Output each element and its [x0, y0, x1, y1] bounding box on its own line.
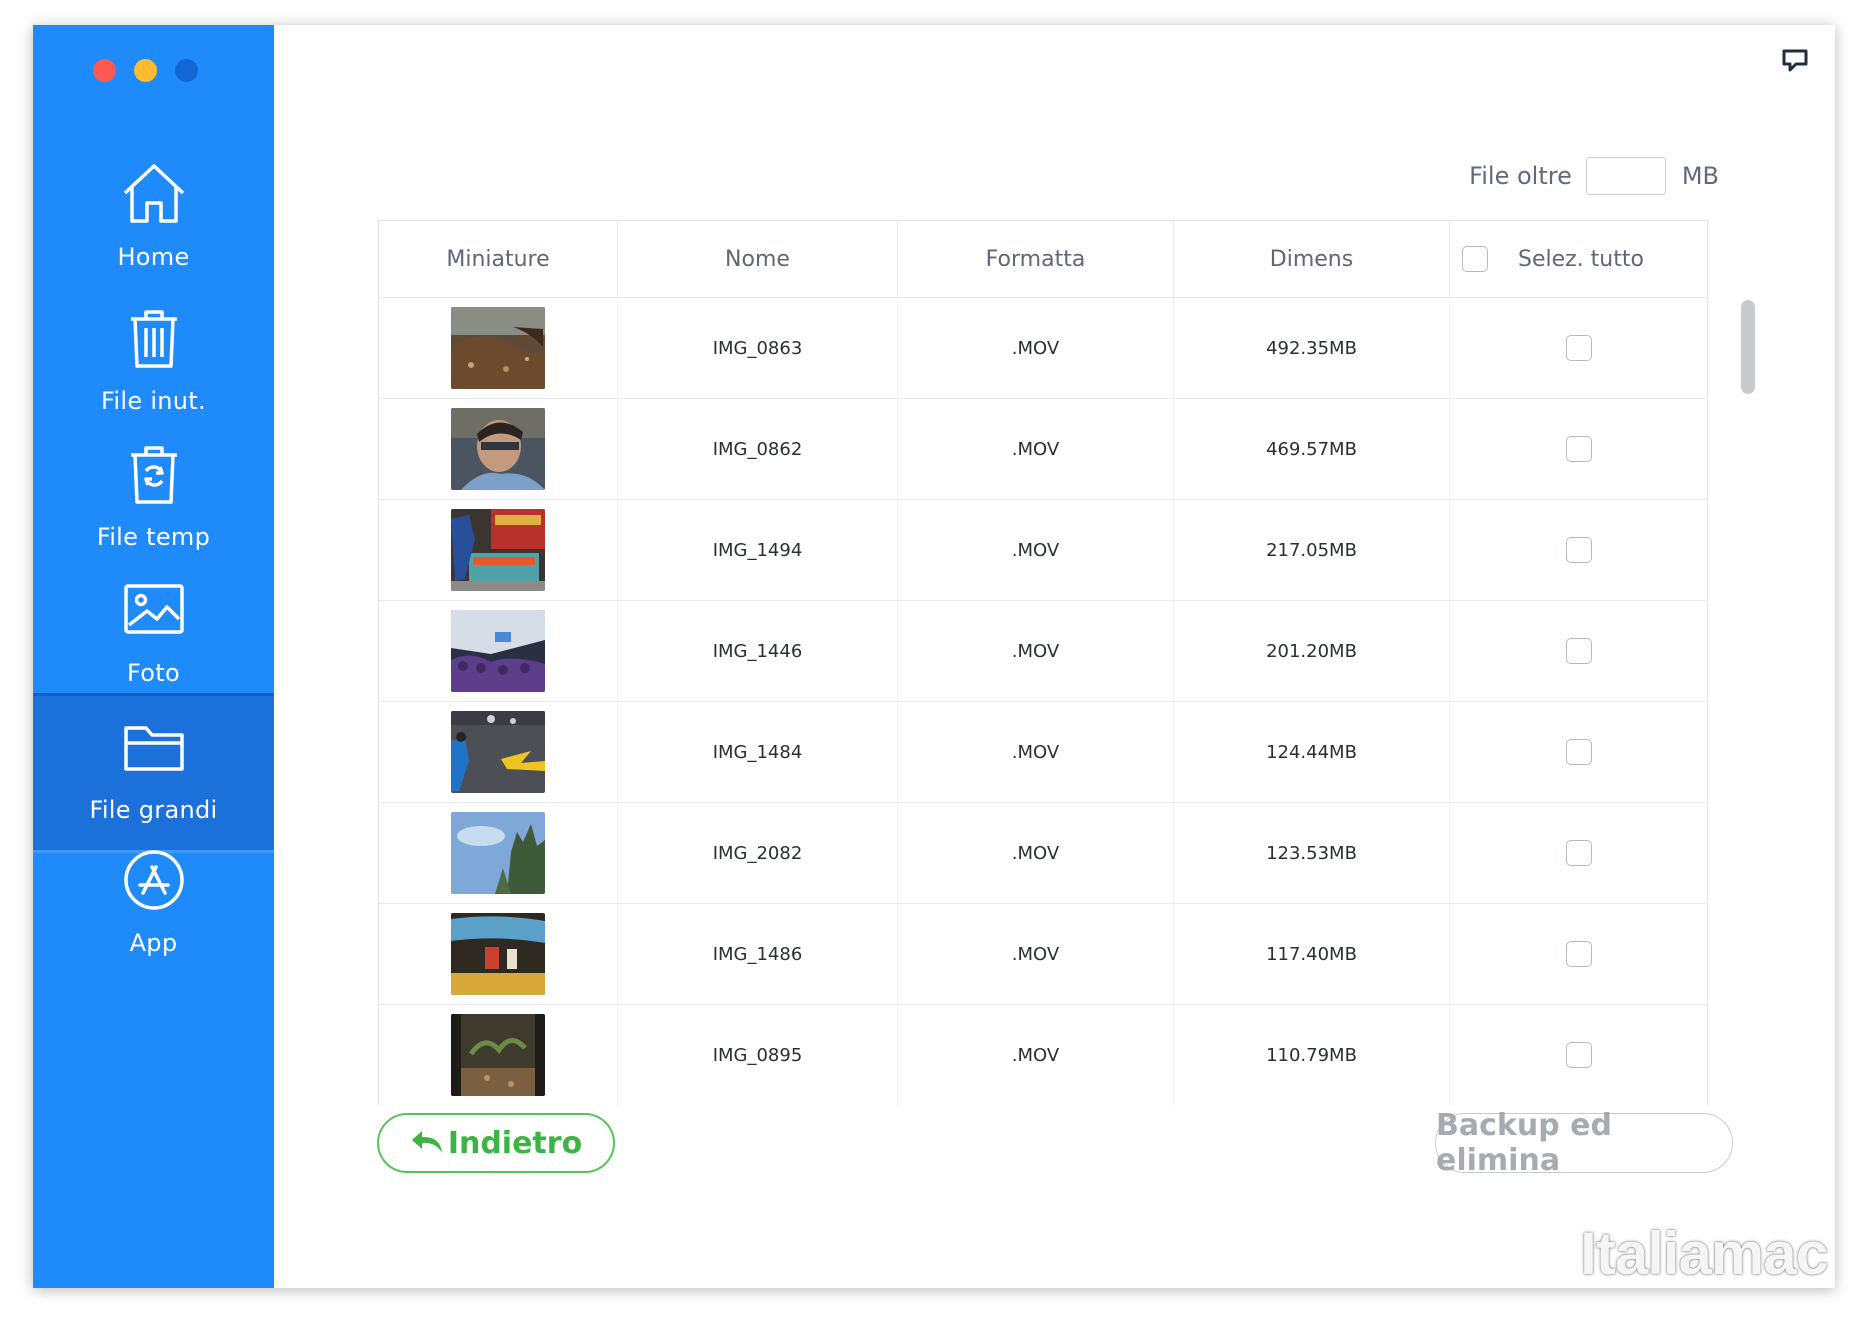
file-format: .MOV	[898, 803, 1174, 903]
photo-icon	[117, 573, 191, 647]
select-all-checkbox[interactable]	[1462, 246, 1488, 272]
file-format: .MOV	[898, 702, 1174, 802]
video-thumbnail	[451, 711, 545, 793]
table-header: Miniature Nome Formatta Dimens Selez. tu…	[379, 221, 1707, 298]
file-size: 124.44MB	[1174, 702, 1450, 802]
file-size: 492.35MB	[1174, 298, 1450, 398]
minimize-window-button[interactable]	[134, 59, 157, 82]
file-format: .MOV	[898, 601, 1174, 701]
file-name: IMG_1484	[618, 702, 898, 802]
table-row[interactable]: IMG_0863 .MOV 492.35MB	[379, 298, 1707, 399]
italiamac-watermark: Italiamac	[1580, 1220, 1829, 1287]
sidebar-item-apps[interactable]: App	[33, 829, 274, 989]
temp-trash-icon	[117, 437, 191, 511]
sidebar-item-label: Home	[117, 243, 190, 271]
file-name: IMG_1494	[618, 500, 898, 600]
close-window-button[interactable]	[93, 59, 116, 82]
file-name: IMG_1486	[618, 904, 898, 1004]
row-checkbox[interactable]	[1565, 436, 1592, 462]
size-filter: File oltre MB	[1469, 157, 1719, 195]
table-row[interactable]: IMG_2082 .MOV 123.53MB	[379, 803, 1707, 904]
sidebar-item-label: File temp	[96, 523, 211, 551]
table-scrollbar[interactable]	[1741, 300, 1755, 394]
video-thumbnail	[451, 913, 545, 995]
sidebar-item-label: Foto	[127, 659, 180, 687]
file-format: .MOV	[898, 1005, 1174, 1105]
row-checkbox[interactable]	[1565, 638, 1592, 664]
large-files-table: Miniature Nome Formatta Dimens Selez. tu…	[378, 220, 1708, 1105]
table-row[interactable]: IMG_1484 .MOV 124.44MB	[379, 702, 1707, 803]
file-name: IMG_1446	[618, 601, 898, 701]
file-name: IMG_0895	[618, 1005, 898, 1105]
backup-delete-button-label: Backup ed elimina	[1436, 1108, 1612, 1178]
file-size: 123.53MB	[1174, 803, 1450, 903]
size-filter-label: File oltre	[1469, 162, 1572, 190]
video-thumbnail	[451, 307, 545, 389]
size-filter-unit: MB	[1681, 162, 1719, 190]
column-header-format[interactable]: Formatta	[898, 221, 1174, 297]
feedback-icon[interactable]	[1781, 47, 1809, 75]
sidebar-item-home[interactable]: Home	[33, 143, 274, 303]
back-button[interactable]: Indietro	[377, 1113, 615, 1173]
back-arrow-icon	[411, 1131, 442, 1153]
row-checkbox[interactable]	[1565, 739, 1592, 765]
file-size: 201.20MB	[1174, 601, 1450, 701]
app-window: Home File inut. File temp Foto File gran…	[33, 25, 1835, 1288]
table-row[interactable]: IMG_0862 .MOV 469.57MB	[379, 399, 1707, 500]
table-row[interactable]: IMG_1446 .MOV 201.20MB	[379, 601, 1707, 702]
file-name: IMG_0863	[618, 298, 898, 398]
trash-icon	[117, 301, 191, 375]
file-size: 217.05MB	[1174, 500, 1450, 600]
video-thumbnail	[451, 1014, 545, 1096]
sidebar-item-label: File inut.	[101, 387, 206, 415]
video-thumbnail	[451, 509, 545, 591]
home-icon	[117, 157, 191, 231]
column-header-name[interactable]: Nome	[618, 221, 898, 297]
video-thumbnail	[451, 610, 545, 692]
folder-icon	[117, 710, 191, 784]
file-format: .MOV	[898, 500, 1174, 600]
column-header-select: Selez. tutto	[1450, 221, 1707, 297]
file-format: .MOV	[898, 298, 1174, 398]
file-format: .MOV	[898, 399, 1174, 499]
table-row[interactable]: IMG_0895 .MOV 110.79MB	[379, 1005, 1707, 1105]
file-format: .MOV	[898, 904, 1174, 1004]
sidebar-item-label: App	[129, 929, 178, 957]
row-checkbox[interactable]	[1565, 1042, 1592, 1068]
main-panel: File oltre MB Miniature Nome Formatta Di…	[274, 25, 1835, 1288]
table-row[interactable]: IMG_1494 .MOV 217.05MB	[379, 500, 1707, 601]
sidebar: Home File inut. File temp Foto File gran…	[33, 25, 274, 1288]
file-size: 110.79MB	[1174, 1005, 1450, 1105]
row-checkbox[interactable]	[1565, 537, 1592, 563]
file-size: 117.40MB	[1174, 904, 1450, 1004]
table-row[interactable]: IMG_1486 .MOV 117.40MB	[379, 904, 1707, 1005]
sidebar-item-label: File grandi	[89, 796, 218, 824]
video-thumbnail	[451, 812, 545, 894]
size-filter-input[interactable]	[1585, 157, 1666, 195]
video-thumbnail	[451, 408, 545, 490]
file-name: IMG_2082	[618, 803, 898, 903]
row-checkbox[interactable]	[1565, 840, 1592, 866]
column-header-thumbnail: Miniature	[379, 221, 618, 297]
back-button-label: Indietro	[447, 1125, 583, 1161]
select-all-label[interactable]: Selez. tutto	[1518, 247, 1644, 272]
file-name: IMG_0862	[618, 399, 898, 499]
row-checkbox[interactable]	[1565, 335, 1592, 361]
backup-delete-button[interactable]: Backup ed elimina	[1435, 1108, 1733, 1178]
window-controls	[93, 59, 198, 82]
row-checkbox[interactable]	[1565, 941, 1592, 967]
file-size: 469.57MB	[1174, 399, 1450, 499]
app-store-icon	[117, 843, 191, 917]
zoom-window-button[interactable]	[175, 59, 198, 82]
column-header-size[interactable]: Dimens	[1174, 221, 1450, 297]
